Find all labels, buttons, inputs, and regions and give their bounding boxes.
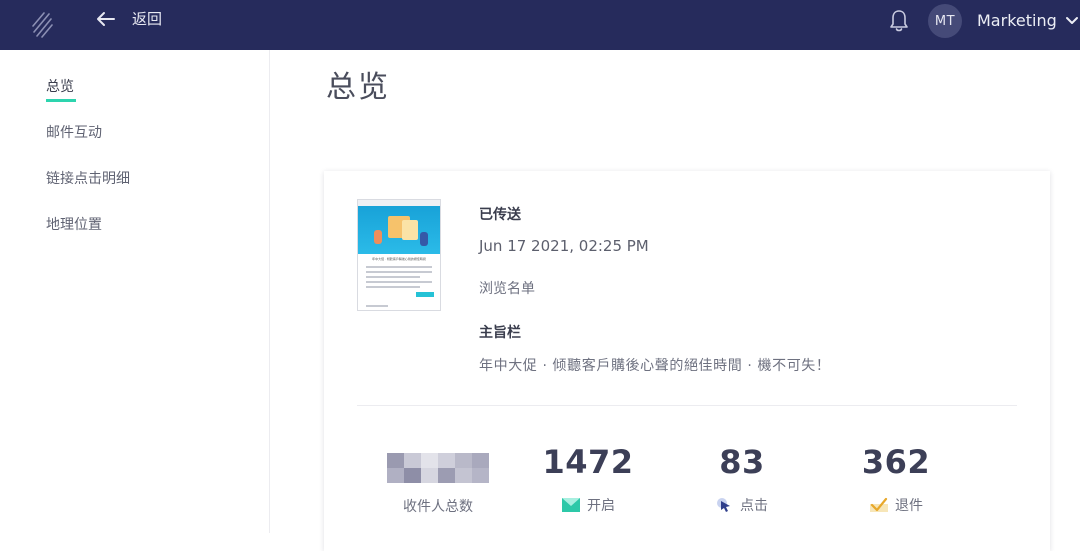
bounce-check-icon bbox=[870, 497, 888, 512]
card-divider bbox=[357, 405, 1017, 406]
sidebar: 总览 邮件互动 链接点击明细 地理位置 bbox=[0, 50, 270, 533]
stat-recipients: 收件人总数 bbox=[368, 443, 508, 516]
thumbnail-cta bbox=[416, 292, 434, 297]
view-list-link[interactable]: 浏览名单 bbox=[479, 278, 535, 298]
thumbnail-headline: 年中大促 · 倾聽客戶購後心聲的絕佳時間 bbox=[372, 257, 426, 261]
recipients-label: 收件人总数 bbox=[403, 499, 473, 515]
stat-opens[interactable]: 1472 开启 bbox=[518, 443, 658, 515]
status-label: 已传送 bbox=[479, 207, 521, 223]
subject-text: 年中大促 · 倾聽客戶購後心聲的絕佳時間 · 機不可失！ bbox=[479, 358, 831, 374]
sent-timestamp: Jun 17 2021, 02:25 PM bbox=[479, 237, 649, 255]
active-tab-indicator bbox=[46, 99, 76, 102]
cursor-click-icon bbox=[717, 498, 730, 512]
opens-count: 1472 bbox=[542, 443, 634, 481]
stat-clicks[interactable]: 83 点击 bbox=[672, 443, 812, 515]
subject-label: 主旨栏 bbox=[479, 325, 521, 341]
stat-bounces[interactable]: 362 退件 bbox=[826, 443, 966, 515]
sidebar-item-link-clicks[interactable]: 链接点击明细 bbox=[46, 168, 130, 188]
app-logo-icon[interactable] bbox=[30, 8, 54, 38]
clicks-count: 83 bbox=[719, 443, 765, 481]
avatar[interactable]: MT bbox=[928, 4, 962, 38]
email-thumbnail[interactable]: 年中大促 · 倾聽客戶購後心聲的絕佳時間 bbox=[357, 199, 441, 311]
bounces-count: 362 bbox=[861, 443, 931, 481]
back-button[interactable]: 返回 bbox=[96, 8, 162, 29]
recipients-count-redacted bbox=[387, 453, 489, 483]
bounces-label: 退件 bbox=[895, 498, 923, 514]
arrow-left-icon bbox=[97, 11, 115, 26]
sidebar-item-geolocation[interactable]: 地理位置 bbox=[46, 214, 102, 234]
account-menu[interactable]: Marketing bbox=[977, 11, 1079, 30]
top-navigation-bar: 返回 MT Marketing bbox=[0, 0, 1080, 50]
opens-label: 开启 bbox=[587, 498, 615, 514]
avatar-initials: MT bbox=[934, 13, 956, 29]
bell-icon[interactable] bbox=[889, 9, 909, 33]
thumbnail-banner-image bbox=[358, 206, 440, 254]
page-title: 总览 bbox=[326, 70, 390, 105]
clicks-label: 点击 bbox=[740, 498, 768, 514]
envelope-icon bbox=[562, 498, 580, 512]
sidebar-item-overview[interactable]: 总览 bbox=[46, 76, 74, 96]
back-label: 返回 bbox=[132, 10, 163, 28]
account-name: Marketing bbox=[977, 11, 1057, 30]
chevron-down-icon bbox=[1065, 16, 1078, 24]
campaign-summary-card: 年中大促 · 倾聽客戶購後心聲的絕佳時間 已传送 Jun 17 2021, 02… bbox=[324, 171, 1050, 551]
sidebar-item-email-engagement[interactable]: 邮件互动 bbox=[46, 122, 102, 142]
